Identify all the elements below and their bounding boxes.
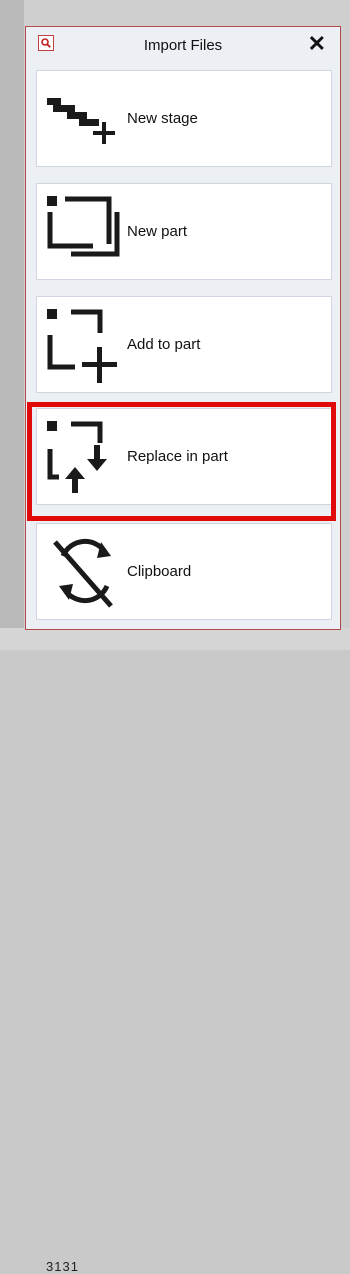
import-files-dialog: Import Files ✕ New stage New part Add to… <box>25 26 341 630</box>
option-new-stage[interactable]: New stage <box>36 70 332 167</box>
stacked-squares-icon <box>47 196 120 257</box>
stairs-plus-icon <box>47 98 115 144</box>
background-left-strip <box>0 0 24 650</box>
dialog-titlebar: Import Files ✕ <box>26 27 340 65</box>
option-clipboard[interactable]: Clipboard <box>36 523 332 620</box>
background-bottom-strip: 3131 <box>0 628 350 1274</box>
option-label: Replace in part <box>127 448 228 465</box>
option-new-part[interactable]: New part <box>36 183 332 280</box>
option-label: New stage <box>127 110 198 127</box>
option-label: Clipboard <box>127 563 192 580</box>
option-label: New part <box>127 223 188 240</box>
search-icon <box>41 38 51 48</box>
close-button[interactable]: ✕ <box>308 33 326 55</box>
option-label: Add to part <box>127 336 201 353</box>
option-add-to-part[interactable]: Add to part <box>36 296 332 393</box>
clipboard-off-icon <box>53 538 113 608</box>
dialog-title: Import Files <box>143 37 223 54</box>
search-button[interactable] <box>38 35 54 51</box>
background-fragment-text: 3131 <box>46 1259 79 1274</box>
dashed-square-swap-arrows-icon <box>47 421 107 493</box>
dashed-square-plus-icon <box>47 309 117 383</box>
option-replace-in-part[interactable]: Replace in part <box>36 408 332 505</box>
